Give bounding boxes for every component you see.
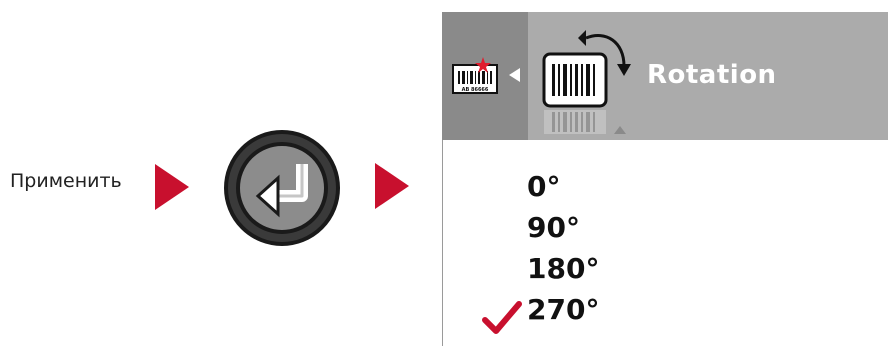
arrow-right-icon xyxy=(155,164,189,210)
option-90-deg[interactable]: 90° xyxy=(527,211,580,244)
arrow-right-icon xyxy=(375,163,409,209)
back-arrow-icon xyxy=(509,68,520,82)
rotation-screen: AB 86666 Rotation 0° 90° 180° 270° xyxy=(442,12,888,346)
header-back-area[interactable]: AB 86666 xyxy=(442,12,528,140)
option-0-deg[interactable]: 0° xyxy=(527,170,560,203)
label-icon-text: AB 86666 xyxy=(462,87,489,93)
option-270-deg[interactable]: 270° xyxy=(527,293,599,326)
barcode-rotation-icon xyxy=(542,30,631,134)
screen-header: AB 86666 Rotation xyxy=(442,12,888,140)
apply-label: Применить xyxy=(10,170,122,192)
checkmark-icon xyxy=(482,301,522,334)
label-icon: AB 86666 xyxy=(452,57,498,94)
screen-title: Rotation xyxy=(647,60,777,90)
enter-key-icon[interactable] xyxy=(222,128,342,248)
option-180-deg[interactable]: 180° xyxy=(527,252,599,285)
